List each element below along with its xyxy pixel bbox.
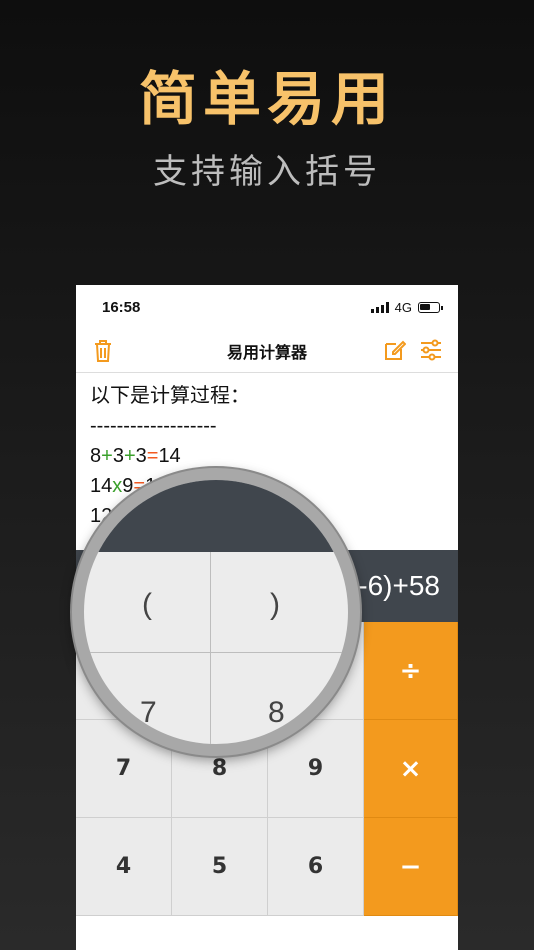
history-divider: ------------------- xyxy=(90,415,217,437)
key-multiply[interactable]: × xyxy=(364,720,458,818)
trash-icon[interactable] xyxy=(92,339,114,367)
status-bar: 16:58 4G xyxy=(76,285,458,329)
key-divide[interactable]: ÷ xyxy=(364,622,458,720)
key-5[interactable]: 5 xyxy=(172,818,268,916)
magnified-key-close-paren: ) xyxy=(270,588,280,621)
magnified-key-open-paren: ( xyxy=(142,588,152,621)
history-heading: 以下是计算过程： xyxy=(90,385,250,407)
key-4[interactable]: 4 xyxy=(76,818,172,916)
key-minus[interactable]: − xyxy=(364,818,458,916)
status-time: 16:58 xyxy=(102,298,141,316)
hero-subtitle: 支持输入括号 xyxy=(153,152,381,192)
settings-sliders-icon[interactable] xyxy=(420,339,442,365)
magnified-key-7: 7 xyxy=(140,696,157,729)
magnifier-lens: ( ) 7 8 xyxy=(72,468,360,756)
nav-bar: 易用计算器 xyxy=(76,329,458,373)
battery-icon xyxy=(418,301,443,313)
signal-icon xyxy=(370,301,389,313)
hero-title: 简单易用 xyxy=(138,65,395,133)
key-6[interactable]: 6 xyxy=(268,818,364,916)
history-line: 8+3+3=14 xyxy=(90,445,181,467)
magnified-key-8: 8 xyxy=(268,696,285,729)
nav-title: 易用计算器 xyxy=(226,342,307,362)
network-label: 4G xyxy=(394,299,412,315)
edit-icon[interactable] xyxy=(384,339,407,365)
